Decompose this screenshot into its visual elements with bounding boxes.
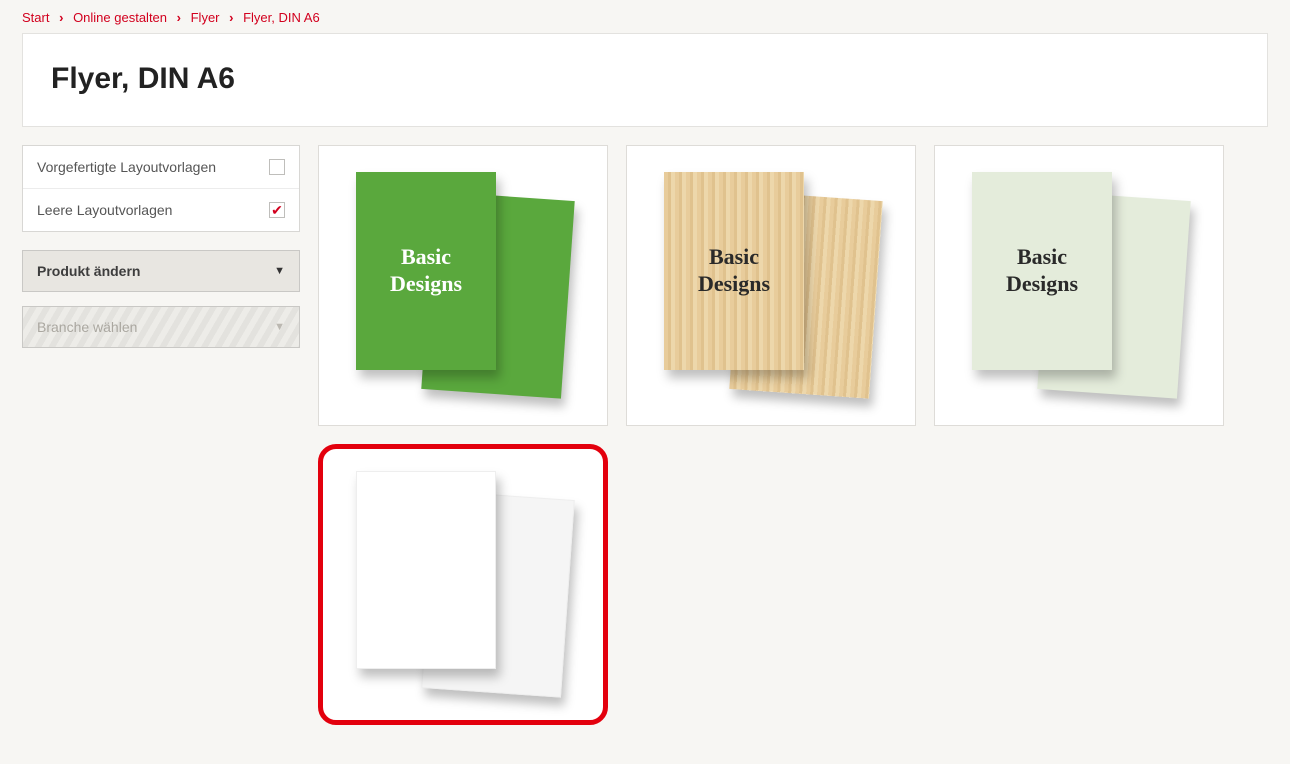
product-change-dropdown[interactable]: Produkt ändern ▼	[22, 250, 300, 292]
template-grid: Basic Designs Basic Designs	[318, 145, 1268, 725]
breadcrumb-link[interactable]: Online gestalten	[73, 10, 167, 25]
template-preview: Basic Designs	[348, 168, 578, 404]
breadcrumb-link[interactable]: Start	[22, 10, 49, 25]
filter-label: Leere Layoutvorlagen	[37, 202, 172, 218]
checkbox-checked-icon[interactable]: ✔	[269, 202, 285, 218]
template-preview	[348, 467, 578, 703]
sidebar: Vorgefertigte Layoutvorlagen Leere Layou…	[22, 145, 300, 725]
chevron-right-icon: ›	[59, 10, 63, 25]
filter-prebuilt-templates[interactable]: Vorgefertigte Layoutvorlagen	[23, 146, 299, 189]
template-card-pale[interactable]: Basic Designs	[934, 145, 1224, 426]
breadcrumb-link[interactable]: Flyer	[191, 10, 220, 25]
page-title-box: Flyer, DIN A6	[22, 33, 1268, 127]
breadcrumb-current[interactable]: Flyer, DIN A6	[243, 10, 320, 25]
template-preview: Basic Designs	[656, 168, 886, 404]
chevron-right-icon: ›	[177, 10, 181, 25]
dropdown-label: Produkt ändern	[37, 263, 140, 279]
template-preview: Basic Designs	[964, 168, 1194, 404]
template-card-blank[interactable]	[318, 444, 608, 725]
branch-select-dropdown: Branche wählen ▼	[22, 306, 300, 348]
chevron-down-icon: ▼	[274, 321, 285, 333]
card-title: Basic Designs	[390, 244, 462, 297]
page-front: Basic Designs	[972, 172, 1112, 370]
chevron-down-icon: ▼	[274, 265, 285, 277]
dropdown-label: Branche wählen	[37, 319, 137, 335]
card-title: Basic Designs	[698, 244, 770, 297]
page-front: Basic Designs	[664, 172, 804, 370]
chevron-right-icon: ›	[229, 10, 233, 25]
page-front: Basic Designs	[356, 172, 496, 370]
page-front	[356, 471, 496, 669]
filter-box: Vorgefertigte Layoutvorlagen Leere Layou…	[22, 145, 300, 232]
page-title: Flyer, DIN A6	[51, 62, 1239, 96]
checkbox-unchecked-icon[interactable]	[269, 159, 285, 175]
template-card-wood[interactable]: Basic Designs	[626, 145, 916, 426]
template-card-green[interactable]: Basic Designs	[318, 145, 608, 426]
card-title: Basic Designs	[1006, 244, 1078, 297]
breadcrumb: Start › Online gestalten › Flyer › Flyer…	[0, 0, 1290, 33]
filter-label: Vorgefertigte Layoutvorlagen	[37, 159, 216, 175]
filter-empty-templates[interactable]: Leere Layoutvorlagen ✔	[23, 189, 299, 231]
